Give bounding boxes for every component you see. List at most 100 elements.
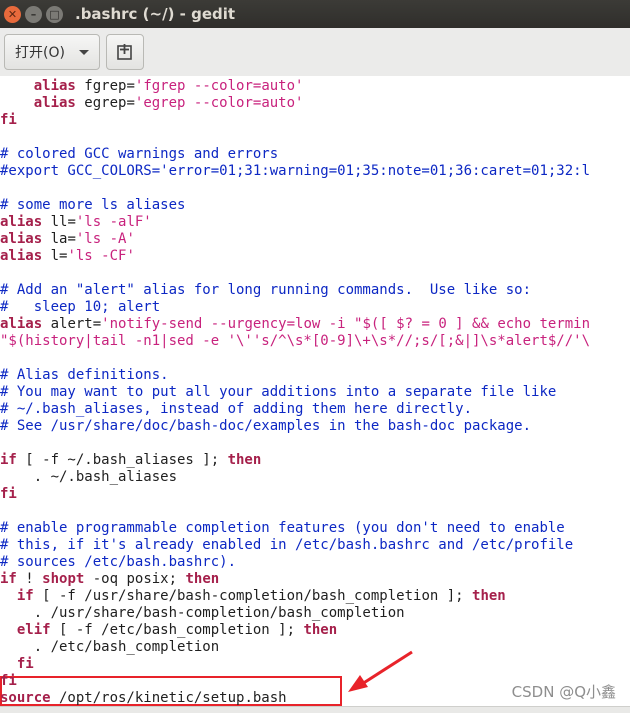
code-line: fi [0,656,34,673]
code-token: alias [0,214,43,230]
code-line: # You may want to put all your additions… [0,384,556,401]
code-token: # enable programmable completion feature… [0,520,565,536]
code-token: 'ls -alF' [75,214,152,230]
code-line: alias egrep='egrep --color=auto' [0,95,304,112]
code-token: alias [0,231,43,247]
chevron-down-icon [78,49,89,55]
code-token: ll= [42,214,76,230]
code-token: [ -f /usr/share/bash-completion/bash_com… [33,588,473,604]
code-token: 'egrep --color=auto' [134,95,304,111]
code-token: # ~/.bash_aliases, instead of adding the… [0,401,473,417]
open-button-label: 打开(O) [15,45,65,61]
code-token: ! [16,571,43,587]
code-token: fi [0,673,17,689]
code-line: # sleep 10; alert [0,299,160,316]
code-line: # Add an "alert" alias for long running … [0,282,531,299]
code-token: -oq posix; [84,571,186,587]
new-document-button[interactable] [105,34,144,70]
code-line: alias l='ls -CF' [0,248,135,265]
code-token: elif [16,622,51,638]
code-line: # ~/.bash_aliases, instead of adding the… [0,401,472,418]
code-line: alias la='ls -A' [0,231,135,248]
code-line: if [ -f ~/.bash_aliases ]; then [0,452,261,469]
code-token: source [0,690,51,706]
code-token: # sleep 10; alert [0,299,161,315]
code-line: # enable programmable completion feature… [0,520,565,537]
code-line: fi [0,673,17,690]
window-controls: ✕ – □ [4,5,63,23]
code-token: if [0,571,17,587]
code-token: 'ls -A' [75,231,135,247]
code-token: # sources /etc/bash.bashrc). [0,554,237,570]
code-line: . /usr/share/bash-completion/bash_comple… [0,605,405,622]
code-token: # Add an "alert" alias for long running … [0,282,532,298]
code-token: # See /usr/share/doc/bash-doc/examples i… [0,418,532,434]
arrow-annotation [348,650,413,692]
code-token: l= [42,248,68,264]
title-bar: ✕ – □ .bashrc (~/) - gedit [0,0,630,28]
code-token: 'notify-send --urgency=low -i "$([ $? = … [101,316,591,332]
watermark: CSDN @Q小鑫 [511,683,616,701]
code-token: alias [0,248,43,264]
code-line: # this, if it's already enabled in /etc/… [0,537,573,554]
code-line: alias fgrep='fgrep --color=auto' [0,78,304,95]
code-token: # this, if it's already enabled in /etc/… [0,537,574,553]
code-line: #export GCC_COLORS='error=01;31:warning=… [0,163,590,180]
toolbar: 打开(O) [0,28,630,77]
code-token: alert= [42,316,102,332]
code-token: fi [0,486,17,502]
code-token: # You may want to put all your additions… [0,384,557,400]
code-token: la= [42,231,76,247]
code-token: fi [0,112,17,128]
code-line: # colored GCC warnings and errors [0,146,278,163]
code-line: # Alias definitions. [0,367,169,384]
code-line: . /etc/bash_completion [0,639,219,656]
code-line: if [ -f /usr/share/bash-completion/bash_… [0,588,506,605]
code-token: # colored GCC warnings and errors [0,146,279,162]
code-token: # Alias definitions. [0,367,169,383]
code-token: alias [0,316,43,332]
code-token: if [0,452,17,468]
code-line: if ! shopt -oq posix; then [0,571,219,588]
code-token: 'ls -CF' [67,248,135,264]
code-token: fgrep= [75,78,135,94]
code-token: egrep= [75,95,135,111]
code-token: shopt [42,571,85,587]
code-token: [ -f /etc/bash_completion ]; [50,622,304,638]
code-token: then [303,622,338,638]
code-line: "$(history|tail -n1|sed -e '\''s/^\s*[0-… [0,333,590,350]
new-document-icon [117,44,132,60]
code-token: . ~/.bash_aliases [0,469,178,485]
code-token: "$(history|tail -n1|sed -e '\''s/^\s*[0-… [0,333,591,349]
code-token: fi [16,656,34,672]
code-token: 'fgrep --color=auto' [134,78,304,94]
close-icon[interactable]: ✕ [4,5,21,23]
code-token: then [472,588,506,604]
minimize-icon[interactable]: – [25,5,42,23]
maximize-icon[interactable]: □ [46,5,63,23]
code-token: . /usr/share/bash-completion/bash_comple… [0,605,405,621]
code-token: . /etc/bash_completion [0,639,220,655]
code-token: [ -f ~/.bash_aliases ]; [16,452,228,468]
code-token: /opt/ros/kinetic/setup.bash [50,690,287,706]
code-line: . ~/.bash_aliases [0,469,177,486]
window-title: .bashrc (~/) - gedit [75,5,236,23]
code-token: #export GCC_COLORS='error=01;31:warning=… [0,163,591,179]
code-line: fi [0,486,17,503]
code-token: alias [33,95,76,111]
code-token: if [16,588,34,604]
code-line: # sources /etc/bash.bashrc). [0,554,236,571]
code-line: alias ll='ls -alF' [0,214,152,231]
code-token: alias [33,78,76,94]
open-button[interactable]: 打开(O) [4,34,100,70]
code-token: then [185,571,220,587]
code-line: # some more ls aliases [0,197,185,214]
code-line: fi [0,112,17,129]
code-line: source /opt/ros/kinetic/setup.bash [0,690,287,706]
text-editor[interactable]: alias fgrep='fgrep --color=auto' alias e… [0,76,630,706]
